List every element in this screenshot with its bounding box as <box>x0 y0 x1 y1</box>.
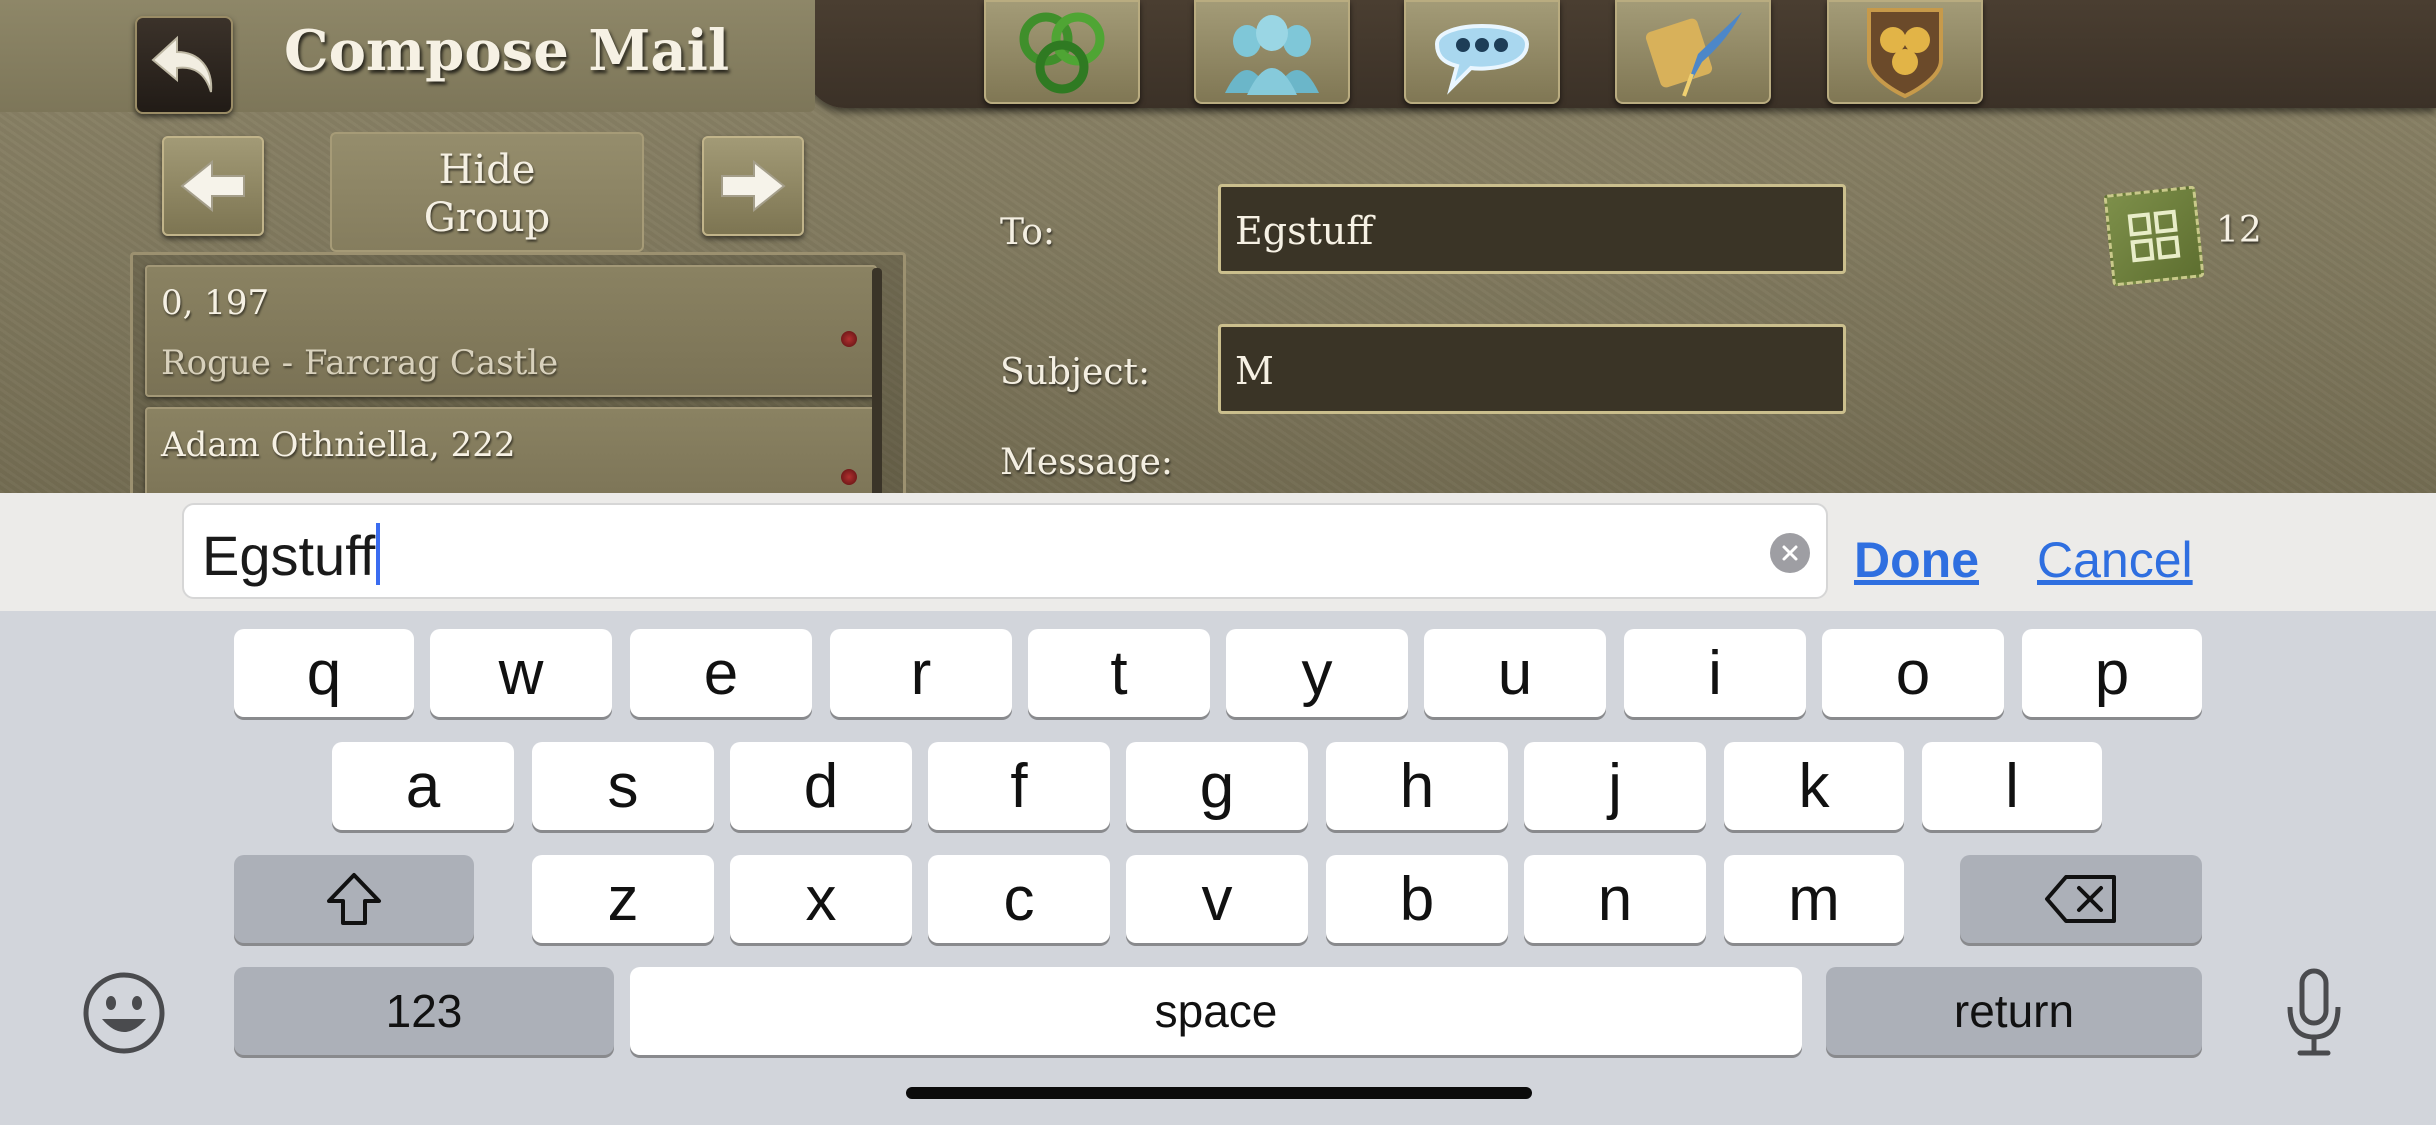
key-p[interactable]: p <box>2022 629 2202 717</box>
key-x[interactable]: x <box>730 855 912 943</box>
nav-crest-button[interactable] <box>1827 0 1983 104</box>
hide-group-button[interactable]: Hide Group <box>330 132 644 252</box>
clear-text-button[interactable] <box>1770 533 1810 573</box>
people-icon <box>1225 15 1319 95</box>
game-screen: Compose Mail Hide Group 0, 197 Rogue - F… <box>0 0 2436 493</box>
close-icon <box>1782 545 1798 561</box>
arrow-right-icon <box>721 159 786 213</box>
key-o[interactable]: o <box>1822 629 2004 717</box>
return-key[interactable]: return <box>1826 967 2202 1055</box>
hide-group-label-line1: Hide <box>438 147 536 193</box>
subject-field[interactable]: M <box>1218 324 1846 414</box>
on-screen-keyboard: q w e r t y u i o p a s d f g h j k l z … <box>0 611 2436 1125</box>
undo-arrow-icon <box>151 35 213 93</box>
key-h[interactable]: h <box>1326 742 1508 830</box>
nav-scroll-button[interactable] <box>1615 0 1771 104</box>
recipient-name: 0, 197 <box>161 283 270 323</box>
key-e[interactable]: e <box>630 629 812 717</box>
page-title: Compose Mail <box>284 18 730 84</box>
microphone-icon <box>2287 968 2341 1056</box>
recipient-list[interactable]: 0, 197 Rogue - Farcrag Castle Adam Othni… <box>130 252 906 493</box>
key-n[interactable]: n <box>1524 855 1706 943</box>
emoji-keyboard-button[interactable] <box>80 969 168 1057</box>
prev-group-button[interactable] <box>162 136 264 236</box>
backspace-icon <box>2045 875 2116 923</box>
list-scrollbar[interactable] <box>872 268 882 493</box>
backspace-key[interactable] <box>1960 855 2202 943</box>
done-button[interactable]: Done <box>1854 531 1979 589</box>
crest-shield-icon <box>1867 8 1943 99</box>
key-y[interactable]: y <box>1226 629 1408 717</box>
status-dot-icon <box>841 331 857 347</box>
to-label: To: <box>1000 212 1056 253</box>
nav-chat-button[interactable] <box>1404 0 1560 104</box>
key-t[interactable]: t <box>1028 629 1210 717</box>
celtic-knot-icon <box>2103 185 2205 287</box>
key-v[interactable]: v <box>1126 855 1308 943</box>
key-g[interactable]: g <box>1126 742 1308 830</box>
scroll-quill-icon <box>1645 12 1742 97</box>
key-u[interactable]: u <box>1424 629 1606 717</box>
emoji-icon <box>83 972 165 1054</box>
subject-label: Subject: <box>1000 352 1151 393</box>
text-entry-field[interactable]: Egstuff <box>182 503 1828 599</box>
key-m[interactable]: m <box>1724 855 1904 943</box>
message-label: Message: <box>1000 442 1174 483</box>
key-d[interactable]: d <box>730 742 912 830</box>
to-field[interactable]: Egstuff <box>1218 184 1846 274</box>
text-entry-value: Egstuff <box>202 523 381 588</box>
cancel-button[interactable]: Cancel <box>2037 531 2193 589</box>
hide-group-label-line2: Group <box>423 195 551 241</box>
list-item[interactable]: Adam Othniella, 222 <box>145 407 877 493</box>
key-q[interactable]: q <box>234 629 414 717</box>
recipient-detail: Rogue - Farcrag Castle <box>161 343 559 383</box>
key-z[interactable]: z <box>532 855 714 943</box>
counter-value: 12 <box>2216 210 2262 251</box>
dictation-button[interactable] <box>2284 967 2344 1059</box>
key-c[interactable]: c <box>928 855 1110 943</box>
key-b[interactable]: b <box>1326 855 1508 943</box>
shift-arrow-icon <box>327 873 381 925</box>
next-group-button[interactable] <box>702 136 804 236</box>
key-f[interactable]: f <box>928 742 1110 830</box>
key-r[interactable]: r <box>830 629 1012 717</box>
nav-triskelion-button[interactable] <box>984 0 1140 104</box>
space-key[interactable]: space <box>630 967 1802 1055</box>
triskelion-icon <box>1019 12 1105 94</box>
key-l[interactable]: l <box>1922 742 2102 830</box>
recipient-name: Adam Othniella, 222 <box>161 425 516 465</box>
numbers-key[interactable]: 123 <box>234 967 614 1055</box>
status-dot-icon <box>841 469 857 485</box>
list-item[interactable]: 0, 197 Rogue - Farcrag Castle <box>145 265 877 397</box>
key-a[interactable]: a <box>332 742 514 830</box>
arrow-left-icon <box>180 159 245 213</box>
back-button[interactable] <box>135 16 233 114</box>
key-s[interactable]: s <box>532 742 714 830</box>
key-i[interactable]: i <box>1624 629 1806 717</box>
chat-bubble-icon <box>1434 24 1530 95</box>
shift-key[interactable] <box>234 855 474 943</box>
key-w[interactable]: w <box>430 629 612 717</box>
text-input-bar: Egstuff Done Cancel <box>0 493 2436 611</box>
nav-people-button[interactable] <box>1194 0 1350 104</box>
key-j[interactable]: j <box>1524 742 1706 830</box>
home-indicator <box>906 1087 1532 1099</box>
key-k[interactable]: k <box>1724 742 1904 830</box>
text-caret <box>376 523 381 585</box>
